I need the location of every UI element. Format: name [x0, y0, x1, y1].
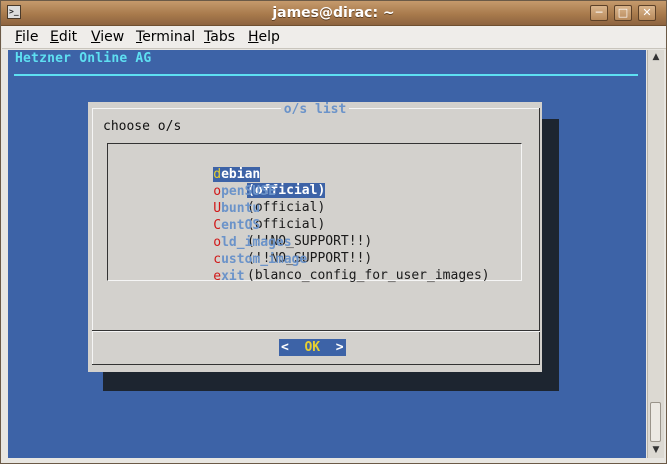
backtitle: Hetzner Online AG [15, 51, 152, 66]
minimize-icon[interactable]: ─ [590, 5, 608, 21]
window-title: james@dirac: ~ [272, 5, 395, 21]
menu-terminal[interactable]: Terminal [136, 28, 195, 46]
list-item-old-images[interactable]: old_images (!!NO_SUPPORT!!) [135, 219, 372, 266]
menu-view[interactable]: View [91, 28, 124, 46]
scroll-up-icon[interactable]: ▲ [648, 50, 664, 64]
os-listbox: debian (official) openSUSE (official) Ub… [107, 143, 522, 284]
list-item-opensuse[interactable]: openSUSE (official) [135, 168, 325, 215]
backtitle-divider [14, 74, 638, 76]
terminal-window: >_ james@dirac: ~ ─ □ ✕ File Edit View T… [0, 0, 667, 464]
menu-file[interactable]: File [15, 28, 38, 46]
dialog-border [92, 364, 540, 365]
dialog-border [92, 108, 93, 364]
menu-help[interactable]: Help [248, 28, 280, 46]
dialog-subtitle: choose o/s [103, 119, 182, 134]
list-item-exit[interactable]: exit [135, 253, 244, 284]
title-bar[interactable]: >_ james@dirac: ~ ─ □ ✕ [1, 1, 666, 26]
vertical-scrollbar[interactable]: ▲ ▼ [647, 50, 664, 458]
close-icon[interactable]: ✕ [638, 5, 656, 21]
dialog-title: o/s list [88, 102, 542, 118]
scroll-down-icon[interactable]: ▼ [648, 443, 664, 457]
terminal-screen[interactable]: Hetzner Online AG o/s list choose o/s de… [8, 50, 646, 458]
list-item-debian[interactable]: debian (official) [135, 151, 326, 198]
os-list-dialog: o/s list choose o/s debian (official) op… [88, 102, 542, 372]
terminal-icon[interactable]: >_ [7, 5, 21, 19]
menu-edit[interactable]: Edit [50, 28, 77, 46]
button-separator [92, 331, 540, 332]
list-item-custom-image[interactable]: custom_image (blanco_config_for_user_ima… [135, 236, 489, 283]
menu-tabs[interactable]: Tabs [204, 28, 235, 46]
list-item-centos[interactable]: CentOS (!!NO_SUPPORT!!) [135, 202, 372, 249]
maximize-icon[interactable]: □ [614, 5, 632, 21]
list-item-ubuntu[interactable]: Ubuntu (official) [135, 185, 325, 232]
ok-button[interactable]: < OK > [279, 339, 346, 356]
dialog-border [539, 108, 540, 364]
scrollbar-thumb[interactable] [650, 402, 661, 442]
menu-bar: File Edit View Terminal Tabs Help [2, 26, 666, 49]
